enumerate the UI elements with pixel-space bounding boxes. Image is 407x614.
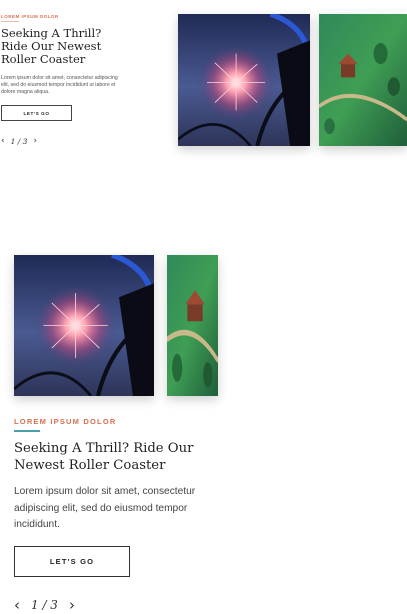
slider-pager: ‹ 1 / 3 › (14, 596, 75, 614)
chevron-left-icon[interactable]: ‹ (1, 136, 5, 146)
theme-park-aerial-image[interactable] (167, 255, 218, 396)
lets-go-button[interactable]: LET'S GO (1, 105, 72, 121)
pager-count: 1 / 3 (10, 136, 28, 146)
eyebrow-label: LOREM IPSUM DOLOR (14, 417, 117, 426)
hero-body-text: Lorem ipsum dolor sit amet, consectetur … (14, 486, 196, 530)
eyebrow-divider (1, 21, 19, 22)
eyebrow-divider (14, 430, 40, 432)
theme-park-aerial-image[interactable] (319, 14, 407, 146)
chevron-right-icon[interactable]: › (33, 136, 37, 146)
fireworks-coaster-image[interactable] (14, 255, 154, 396)
hero-body-text: Lorem ipsum dolor sit amet, consectetur … (1, 75, 118, 95)
lets-go-button[interactable]: LET'S GO (14, 546, 130, 577)
slider-pager: ‹ 1 / 3 › (1, 135, 37, 147)
fireworks-coaster-image[interactable] (178, 14, 310, 146)
chevron-left-icon[interactable]: ‹ (14, 596, 20, 614)
chevron-right-icon[interactable]: › (69, 596, 75, 614)
eyebrow-label: LOREM IPSUM DOLOR (1, 14, 59, 19)
pager-count: 1 / 3 (31, 598, 58, 612)
hero-heading: Seeking A Thrill? Ride Our Newest Roller… (1, 26, 102, 66)
hero-heading: Seeking A Thrill? Ride Our Newest Roller… (14, 441, 194, 473)
